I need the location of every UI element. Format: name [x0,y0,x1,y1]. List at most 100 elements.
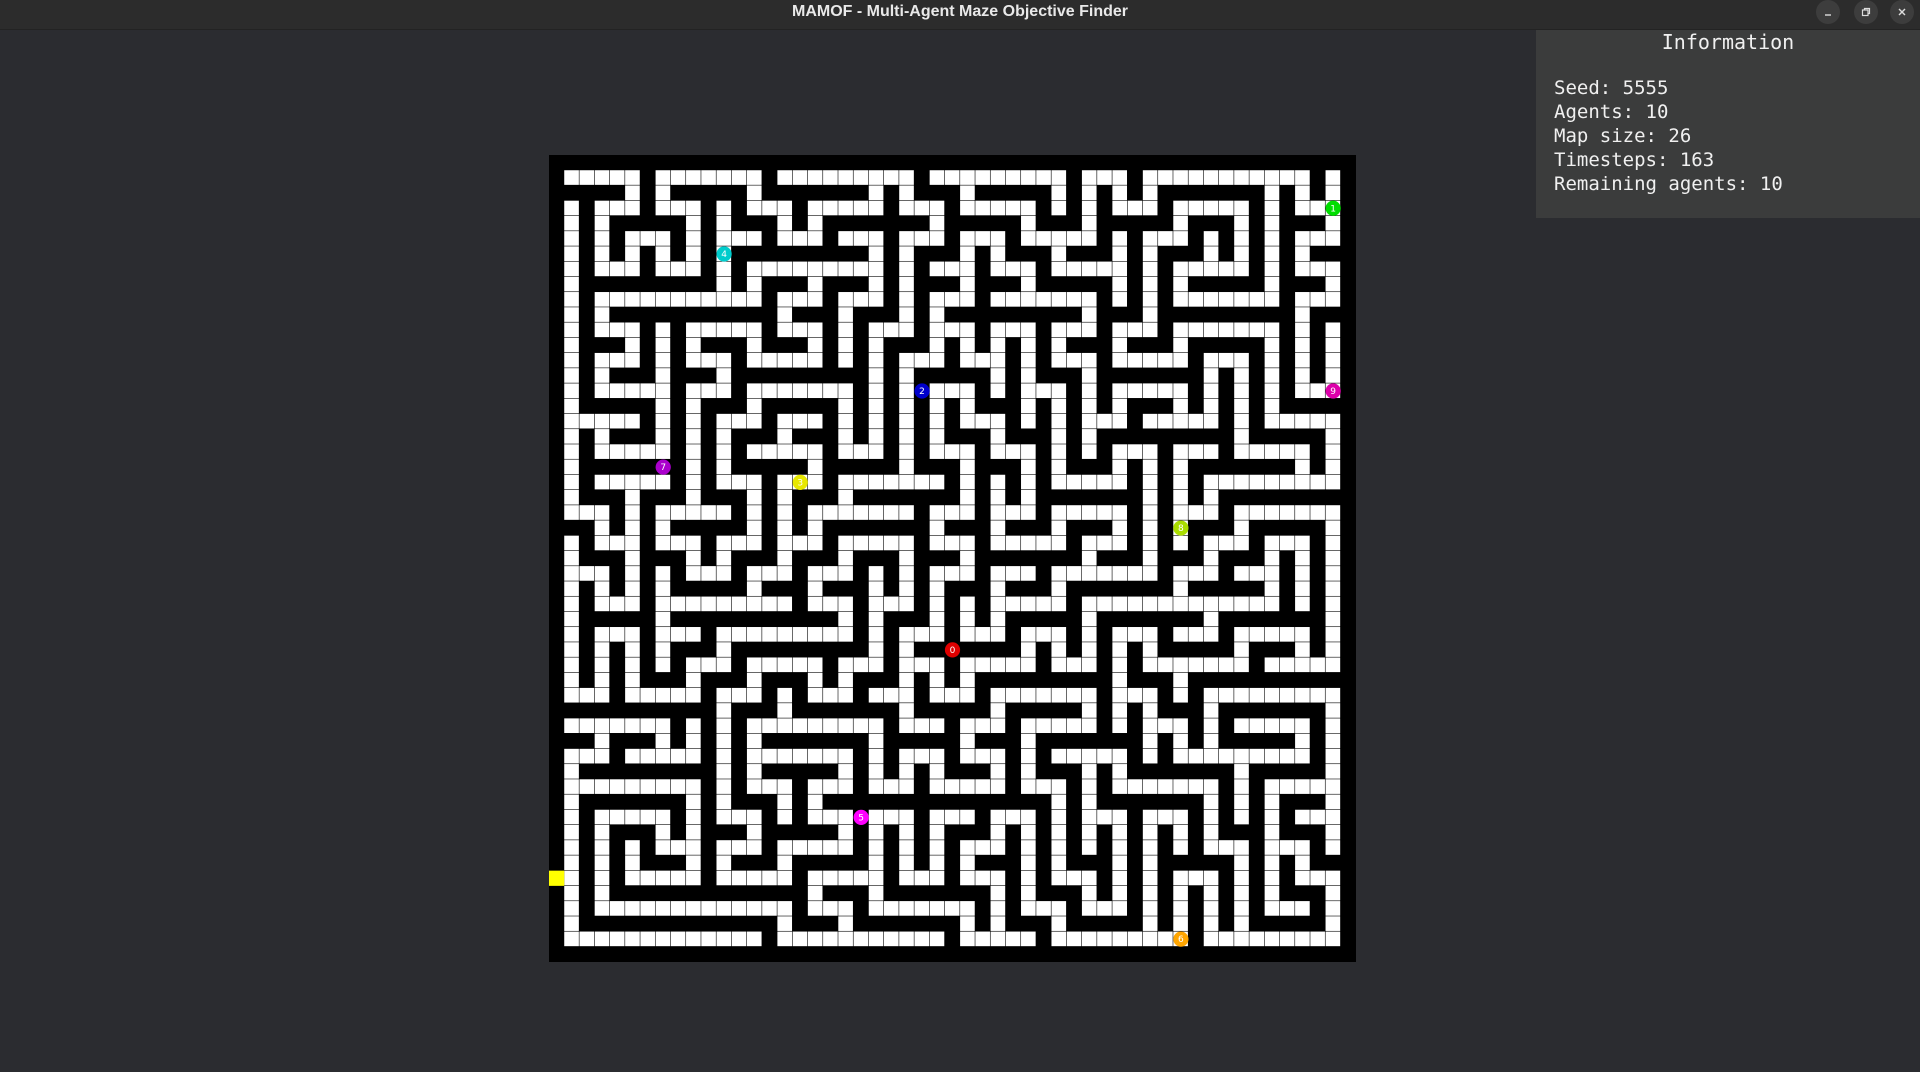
maze-path-cell [716,703,732,718]
maze-path-cell [1249,444,1265,459]
maze-path-cell [1264,794,1280,810]
maze-path-cell [746,352,762,368]
maze-path-cell [1081,550,1097,566]
maze-path-cell [640,809,655,825]
maze-path-cell [929,809,945,825]
maze-path-cell [1310,413,1325,429]
maze-path-cell [1264,824,1280,840]
maze-path-cell [594,824,610,840]
maze-path-cell [1234,566,1249,581]
maze-path-cell [807,748,823,764]
maze-path-cell [655,322,671,338]
maze-path-cell [1325,322,1341,338]
maze-path-cell [1279,474,1295,490]
maze-path-cell [1097,809,1112,825]
maze-path-cell [1005,505,1021,520]
maze-path-cell [716,444,732,459]
maze-path-cell [990,596,1006,612]
maze-path-cell [1173,292,1188,307]
maze-path-cell [807,885,823,901]
maze-path-cell [1203,870,1219,886]
maze-path-cell [792,261,808,277]
maze-path-cell [1066,292,1082,307]
maze-path-cell [1142,550,1158,566]
maze-path-cell [1234,657,1249,673]
maze-path-cell [746,489,762,505]
maze-path-cell [1188,322,1204,338]
maze-path-cell [579,779,595,794]
close-button[interactable] [1890,0,1914,24]
maze-path-cell [807,231,823,246]
maze-path-cell [929,581,945,596]
maze-path-cell [1158,596,1173,612]
maze-path-cell [990,840,1006,855]
maze-path-cell [899,413,914,429]
maze-path-cell [868,764,884,779]
maze-path-cell [1188,200,1204,216]
maze-path-cell [1310,505,1325,520]
maze-path-cell [868,885,884,901]
maze-path-cell [960,231,975,246]
maze-path-cell [716,794,732,810]
maze-path-cell [1234,368,1249,383]
maze-path-cell [1264,246,1280,261]
maze-path-cell [1051,520,1067,536]
maze-path-cell [960,322,975,338]
maze-path-cell [1112,657,1128,673]
maze-path-cell [838,657,853,673]
maze-path-cell [746,170,762,185]
maze-path-cell [594,535,610,551]
maze-path-cell [990,566,1006,581]
maze-path-cell [868,809,884,825]
maze-path-cell [960,489,975,505]
maze-path-cell [990,200,1006,216]
maze-path-cell [1081,566,1097,581]
maze-path-cell [686,794,701,810]
maze-path-cell [944,566,960,581]
maze-path-cell [1036,383,1051,399]
maze-path-cell [777,535,793,551]
maze-path-cell [990,231,1006,246]
maze-path-cell [883,322,899,338]
maze-path-cell [1036,687,1051,703]
maze-path-cell [1234,901,1249,916]
maze-path-cell [960,185,975,201]
maze-path-cell [990,885,1006,901]
maze-path-cell [686,352,701,368]
maze-path-cell [807,474,823,490]
maze-path-cell [564,809,579,825]
maze-path-cell [1127,687,1143,703]
maze-path-cell [1264,474,1280,490]
maze-path-cell [1218,748,1234,764]
maze-path-cell [594,931,610,947]
maze-path-cell [579,748,595,764]
info-title: Information [1661,30,1795,54]
maze-path-cell [1249,566,1265,581]
maze-path-cell [1249,931,1265,947]
maze-path-cell [990,429,1006,444]
maze-path-cell [899,581,914,596]
maze-path-cell [807,261,823,277]
maximize-button[interactable] [1854,0,1878,24]
maze-path-cell [1295,444,1310,459]
maze-path-cell [564,231,579,246]
maze-path-cell [655,231,671,246]
maze-path-cell [1051,870,1067,886]
maze-path-cell [1173,840,1188,855]
maze-path-cell [1081,307,1097,322]
maze-path-cell [1112,764,1128,779]
maze-path-cell [838,824,853,840]
maze-path-cell [579,566,595,581]
maze-path-cell [655,535,671,551]
maze-path-cell [746,748,762,764]
maze-path-cell [686,474,701,490]
maze-path-cell [960,261,975,277]
title-bar[interactable]: MAMOF - Multi-Agent Maze Objective Finde… [0,0,1920,30]
maze-path-cell [1203,246,1219,261]
maze-path-cell [1081,885,1097,901]
maze-path-cell [1021,459,1036,475]
maze-path-cell [1249,748,1265,764]
maze-path-cell [1066,231,1082,246]
minimize-button[interactable] [1816,0,1840,24]
maze-path-cell [914,931,930,947]
